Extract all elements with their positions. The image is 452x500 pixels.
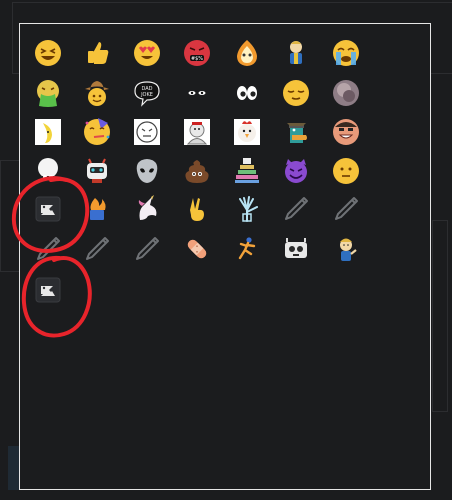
bandage-icon (182, 234, 212, 264)
emoji-cell-heart-eyes-face[interactable] (128, 34, 166, 72)
smiling-imp-icon (281, 156, 311, 186)
ghost-cup-icon (33, 156, 63, 186)
svg-text:JOKE: JOKE (140, 92, 153, 98)
heart-eyes-face-icon (132, 38, 162, 68)
background-panel-right (432, 220, 448, 412)
emoji-cell-grinning-cartoon-man[interactable] (327, 113, 365, 151)
emoji-cell-vault-boy-thumbs-up[interactable] (327, 230, 365, 268)
emoji-cell-fire-cartoon-character[interactable] (228, 34, 266, 72)
emoji-cell-chicken-face[interactable] (228, 113, 266, 151)
perry-platypus-agent-icon (281, 117, 311, 147)
loading-pen-icon (33, 234, 63, 264)
neutral-face-icon (331, 156, 361, 186)
emoji-cell-trash-fire[interactable] (78, 190, 116, 228)
loading-pen-icon (281, 194, 311, 224)
loading-pen-icon (82, 234, 112, 264)
trash-fire-icon (82, 194, 112, 224)
emoji-cell-thumbs-up[interactable] (78, 34, 116, 72)
svg-text:#$%: #$% (191, 56, 203, 62)
emoji-cell-loading-pen-icon[interactable] (29, 230, 67, 268)
emoji-cell-victory-hand[interactable] (178, 190, 216, 228)
vomiting-face-icon (33, 78, 63, 108)
emoji-cell-cartoon-character-sticker[interactable] (178, 113, 216, 151)
emoji-cell-vault-boy[interactable] (277, 34, 315, 72)
emoji-cell-blurry-photo-face[interactable] (327, 74, 365, 112)
emoji-cell-relieved-face[interactable] (277, 74, 315, 112)
sprinting-stick-figure-icon (232, 234, 262, 264)
emoji-cell-xray-hand[interactable] (228, 190, 266, 228)
emoji-cell-loading-pen-icon[interactable] (277, 190, 315, 228)
banana-character-icon (33, 117, 63, 147)
relieved-face-icon (281, 78, 311, 108)
emoji-cell-eyes[interactable] (228, 74, 266, 112)
emoji-cell-ghost-cup[interactable] (29, 152, 67, 190)
robot-face-icon (82, 156, 112, 186)
broken-image-icon (33, 275, 63, 305)
emoji-cell-unicorn[interactable] (128, 190, 166, 228)
emoji-cell-bandage[interactable] (178, 230, 216, 268)
loading-pen-icon (331, 194, 361, 224)
cartoon-character-sticker-icon (182, 117, 212, 147)
thumbs-up-icon (82, 38, 112, 68)
emoji-cell-sketch-cartoon-face[interactable] (128, 113, 166, 151)
rainbow-cake-icon (232, 156, 262, 186)
emoji-cell-dad-joke-speech-bubble[interactable]: DAD JOKE (128, 74, 166, 112)
emoji-cell-rainbow-cake[interactable] (228, 152, 266, 190)
grinning-cartoon-man-icon (331, 117, 361, 147)
robot-face-alt-icon (281, 234, 311, 264)
face-with-symbols-icon: #$% (182, 38, 212, 68)
emoji-cell-smiling-imp[interactable] (277, 152, 315, 190)
dad-joke-speech-bubble-icon: DAD JOKE (132, 78, 162, 108)
emoji-cell-grinning-squint-face[interactable] (29, 34, 67, 72)
emoji-cell-loading-pen-icon[interactable] (78, 230, 116, 268)
vault-boy-icon (281, 38, 311, 68)
emoji-cell-banana-character[interactable] (29, 113, 67, 151)
emoji-cell-eyes-in-dark[interactable] (178, 74, 216, 112)
emoji-cell-pile-of-poo[interactable] (178, 152, 216, 190)
eyes-in-dark-icon (182, 78, 212, 108)
emoji-cell-robot-face[interactable] (78, 152, 116, 190)
emoji-cell-loading-pen-icon[interactable] (128, 230, 166, 268)
fire-cartoon-character-icon (232, 38, 262, 68)
chicken-face-icon (232, 117, 262, 147)
xray-hand-icon (232, 194, 262, 224)
vault-boy-thumbs-up-icon (331, 234, 361, 264)
emoji-cell-broken-image-icon[interactable] (29, 271, 67, 309)
loading-pen-icon (132, 234, 162, 264)
eyes-icon (232, 78, 262, 108)
blurry-photo-face-icon (331, 78, 361, 108)
victory-hand-icon (182, 194, 212, 224)
sketch-cartoon-face-icon (132, 117, 162, 147)
emoji-cell-partying-face[interactable] (78, 113, 116, 151)
emoji-cell-loading-pen-icon[interactable] (327, 190, 365, 228)
unicorn-icon (132, 194, 162, 224)
pile-of-poo-icon (182, 156, 212, 186)
crying-face-icon (331, 38, 361, 68)
alien-icon (132, 156, 162, 186)
emoji-cell-face-with-symbols[interactable]: #$% (178, 34, 216, 72)
emoji-cell-robot-face-alt[interactable] (277, 230, 315, 268)
emoji-cell-cowboy-face[interactable] (78, 74, 116, 112)
emoji-cell-crying-face[interactable] (327, 34, 365, 72)
cowboy-face-icon (82, 78, 112, 108)
partying-face-icon (82, 117, 112, 147)
emoji-cell-neutral-face[interactable] (327, 152, 365, 190)
emoji-cell-sprinting-stick-figure[interactable] (228, 230, 266, 268)
broken-image-icon (33, 194, 63, 224)
emoji-cell-vomiting-face[interactable] (29, 74, 67, 112)
emoji-cell-alien[interactable] (128, 152, 166, 190)
emoji-picker-panel: #$% DAD JOKE (19, 23, 431, 490)
emoji-cell-broken-image-icon[interactable] (29, 190, 67, 228)
emoji-cell-perry-platypus-agent[interactable] (277, 113, 315, 151)
grinning-squint-face-icon (33, 38, 63, 68)
